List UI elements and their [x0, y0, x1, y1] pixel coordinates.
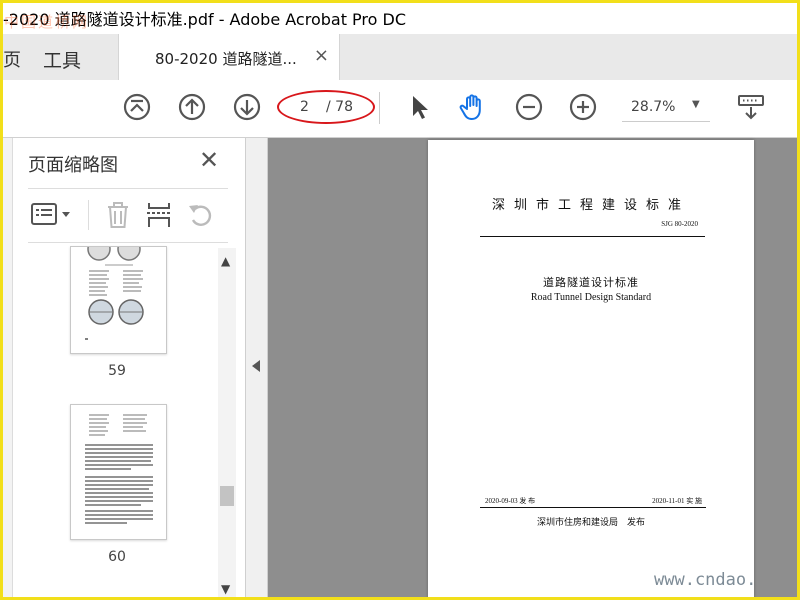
arrow-up-icon: [178, 93, 206, 121]
minus-circle-icon: [515, 93, 543, 121]
panel-toolbar-divider: [88, 200, 89, 230]
watermark-logo: 中国道桥网: [4, 13, 90, 31]
watermark-url: www.cndao.: [654, 570, 757, 590]
scroll-down-icon[interactable]: ▼: [221, 582, 230, 596]
document-title-en: Road Tunnel Design Standard: [530, 292, 652, 303]
toolbar: 2 / 78 28.7% ▼: [0, 80, 800, 138]
collapse-panel-handle[interactable]: [246, 138, 268, 600]
page-number-box: 2 / 78: [277, 90, 375, 124]
close-panel-button[interactable]: ✕: [199, 146, 219, 174]
panel-title: 页面缩略图: [28, 155, 118, 176]
scrollbar-thumb[interactable]: [220, 486, 234, 506]
tab-bar: 页 工具 80-2020 道路隧道... ×: [0, 34, 800, 81]
thumbnail-page-number: 59: [108, 363, 126, 379]
previous-page-button[interactable]: [177, 92, 207, 122]
hand-tool-button[interactable]: [458, 92, 488, 122]
pdf-page: 深圳市工程建设标准 SJG 80-2020 道路隧道设计标准 Road Tunn…: [428, 140, 754, 600]
options-list-icon: [31, 203, 70, 225]
tab-document-label: 80-2020 道路隧道...: [155, 50, 297, 68]
hand-icon: [459, 94, 481, 120]
zoom-in-button[interactable]: [568, 92, 598, 122]
document-view[interactable]: 深圳市工程建设标准 SJG 80-2020 道路隧道设计标准 Road Tunn…: [268, 138, 800, 600]
next-page-button[interactable]: [232, 92, 262, 122]
extract-pages-button[interactable]: [145, 200, 173, 234]
options-menu-button[interactable]: [30, 202, 74, 228]
issue-date: 2020-09-03 发 布: [485, 497, 536, 505]
chevron-down-icon: ▼: [692, 99, 700, 110]
plus-circle-icon: [569, 93, 597, 121]
rotate-icon: [189, 205, 212, 226]
scroll-mode-button[interactable]: [736, 92, 766, 122]
tab-tools[interactable]: 工具: [43, 46, 81, 73]
implementation-date: 2020-11-01 实 施: [652, 497, 702, 505]
close-tab-button[interactable]: ×: [314, 45, 329, 66]
thumbnail-scrollbar[interactable]: ▲ ▼: [218, 248, 236, 600]
first-page-button[interactable]: [122, 92, 152, 122]
scroll-up-icon[interactable]: ▲: [221, 254, 230, 268]
arrow-down-icon: [233, 93, 261, 121]
page-thumbnail-60[interactable]: [70, 404, 167, 540]
title-bar: -2020 道路隧道设计标准.pdf - Adobe Acrobat Pro D…: [0, 0, 800, 34]
panel-divider: [28, 242, 228, 243]
thumbnails-panel: 页面缩略图 ✕ 59 60 ▲ ▼: [0, 138, 246, 600]
document-title-cn: 道路隧道设计标准: [543, 276, 639, 289]
tab-document[interactable]: 80-2020 道路隧道... ×: [118, 34, 340, 81]
panel-strip: [0, 138, 13, 600]
cursor-arrow-icon: [413, 96, 428, 119]
standard-code: SJG 80-2020: [661, 220, 698, 228]
standard-header: 深圳市工程建设标准: [491, 198, 690, 213]
first-page-icon: [123, 93, 151, 121]
page-thumbnail-59[interactable]: [70, 246, 167, 354]
delete-pages-button[interactable]: [104, 200, 132, 234]
zoom-dropdown[interactable]: 28.7% ▼: [622, 93, 710, 122]
extract-pages-icon: [147, 203, 171, 227]
zoom-out-button[interactable]: [514, 92, 544, 122]
panel-divider: [28, 188, 228, 189]
tab-home[interactable]: 页: [3, 46, 21, 72]
toolbar-divider: [379, 92, 380, 124]
thumbnail-page-number: 60: [108, 549, 126, 565]
header-rule: [480, 236, 705, 237]
thumbnail-content: [85, 414, 153, 524]
publisher: 深圳市住房和建设局 发布: [536, 518, 645, 528]
red-annotation-oval: [277, 90, 375, 124]
trash-icon: [108, 202, 128, 228]
rotate-pages-button[interactable]: [186, 200, 214, 234]
zoom-value: 28.7%: [631, 99, 676, 115]
footer-rule: [480, 507, 706, 508]
select-tool-button[interactable]: [404, 92, 434, 122]
thumbnail-content: [85, 247, 144, 340]
scroll-mode-icon: [738, 95, 764, 120]
collapse-left-icon: [252, 360, 260, 372]
